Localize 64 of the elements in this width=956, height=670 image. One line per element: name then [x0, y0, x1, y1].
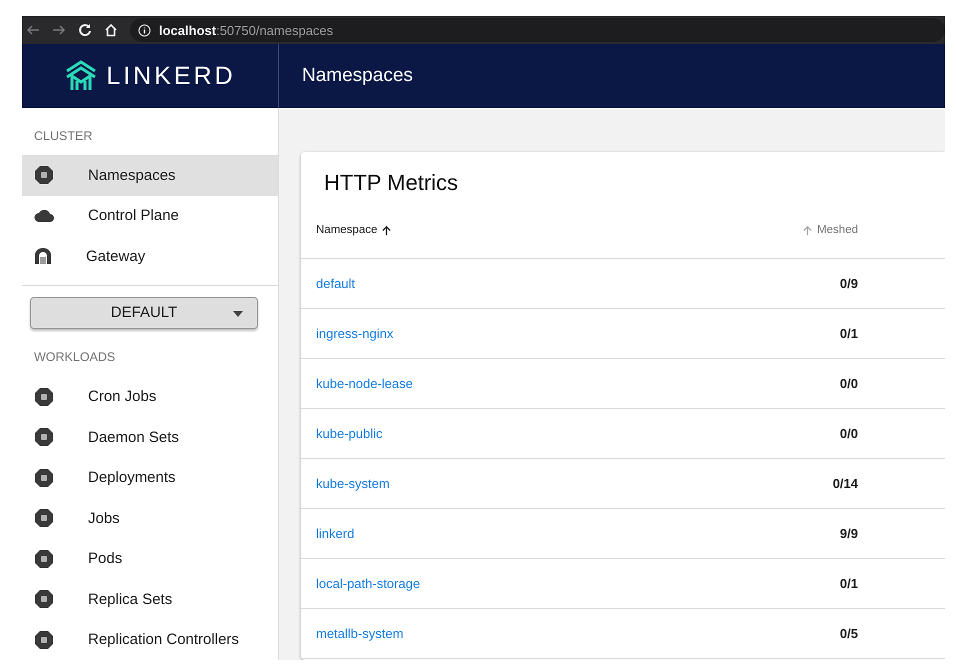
- sidebar-item-label: Pods: [88, 550, 122, 568]
- caret-icon: [233, 310, 243, 317]
- sidebar-item-label: Replication Controllers: [88, 631, 239, 648]
- meshed-count: 0/9: [840, 276, 858, 291]
- section-heading: CLUSTER: [33, 128, 94, 145]
- octagon-icon: [34, 386, 54, 407]
- reload-icon[interactable]: [78, 23, 92, 37]
- info-icon[interactable]: [138, 24, 151, 36]
- namespace-link[interactable]: metallb-system: [316, 626, 404, 641]
- octagon-icon: [34, 508, 54, 528]
- octagon-icon: [34, 589, 54, 610]
- namespace-link[interactable]: ingress-nginx: [316, 326, 394, 341]
- gateway-icon: [34, 247, 52, 266]
- sidebar-item[interactable]: Cron Jobs: [22, 376, 278, 417]
- sort-arrow-icon[interactable]: [381, 224, 392, 236]
- sidebar-item[interactable]: Pods: [22, 538, 278, 579]
- url-text: localhost:50750/namespaces: [159, 22, 334, 38]
- sidebar-item[interactable]: Daemon Sets: [22, 416, 278, 458]
- meshed-count: 0/0: [840, 376, 858, 391]
- meshed-count: 0/1: [840, 576, 858, 591]
- back-icon[interactable]: [26, 23, 40, 37]
- cloud-icon: [34, 208, 54, 223]
- page-title: Namespaces: [301, 64, 413, 88]
- sidebar-item-label: Cron Jobs: [88, 388, 156, 406]
- sidebar-item-label: Jobs: [88, 510, 120, 527]
- address-bar[interactable]: localhost:50750/namespaces: [130, 18, 945, 42]
- sidebar-item-label: Daemon Sets: [88, 428, 179, 446]
- octagon-icon: [34, 548, 54, 569]
- home-icon[interactable]: [104, 23, 118, 37]
- octagon-icon: [34, 630, 54, 650]
- meshed-count: 0/14: [832, 476, 858, 491]
- meshed-count: 0/5: [840, 626, 858, 641]
- sidebar-item-label: Replica Sets: [88, 590, 172, 608]
- namespace-link[interactable]: kube-public: [316, 426, 382, 441]
- sidebar-item[interactable]: Deployments: [22, 457, 278, 498]
- meshed-count: 9/9: [840, 526, 858, 541]
- column-header[interactable]: Namespace: [316, 224, 392, 236]
- column-header[interactable]: Meshed: [802, 224, 858, 236]
- namespace-link[interactable]: default: [316, 276, 356, 291]
- octagon-icon: [34, 165, 54, 186]
- meshed-count: 0/1: [840, 326, 858, 341]
- namespace-link[interactable]: kube-node-lease: [316, 376, 413, 391]
- sidebar-item[interactable]: Replication Controllers: [22, 619, 278, 660]
- sidebar-item[interactable]: Gateway: [22, 236, 278, 277]
- logo-icon: [64, 59, 98, 93]
- sidebar-item-label: Control Plane: [88, 207, 179, 224]
- sidebar-item-label: Deployments: [88, 469, 176, 486]
- sidebar-item[interactable]: Replica Sets: [22, 578, 278, 620]
- namespace-link[interactable]: local-path-storage: [316, 576, 420, 591]
- namespace-select[interactable]: DEFAULT: [30, 296, 258, 330]
- card-title: HTTP Metrics: [323, 169, 460, 197]
- sidebar-item-label: Namespaces: [88, 166, 176, 184]
- sidebar-item[interactable]: Namespaces: [22, 155, 278, 196]
- octagon-icon: [34, 468, 54, 488]
- brand-name: LINKERD: [106, 62, 236, 90]
- namespace-link[interactable]: kube-system: [316, 476, 390, 491]
- sidebar-item-label: Gateway: [86, 248, 146, 265]
- section-heading: WORKLOADS: [33, 349, 116, 366]
- namespace-link[interactable]: linkerd: [316, 526, 354, 541]
- meshed-count: 0/0: [840, 426, 858, 441]
- sidebar-item[interactable]: Jobs: [22, 498, 278, 538]
- octagon-icon: [34, 427, 54, 448]
- forward-icon[interactable]: [52, 23, 66, 37]
- sidebar-item[interactable]: Control Plane: [22, 196, 278, 236]
